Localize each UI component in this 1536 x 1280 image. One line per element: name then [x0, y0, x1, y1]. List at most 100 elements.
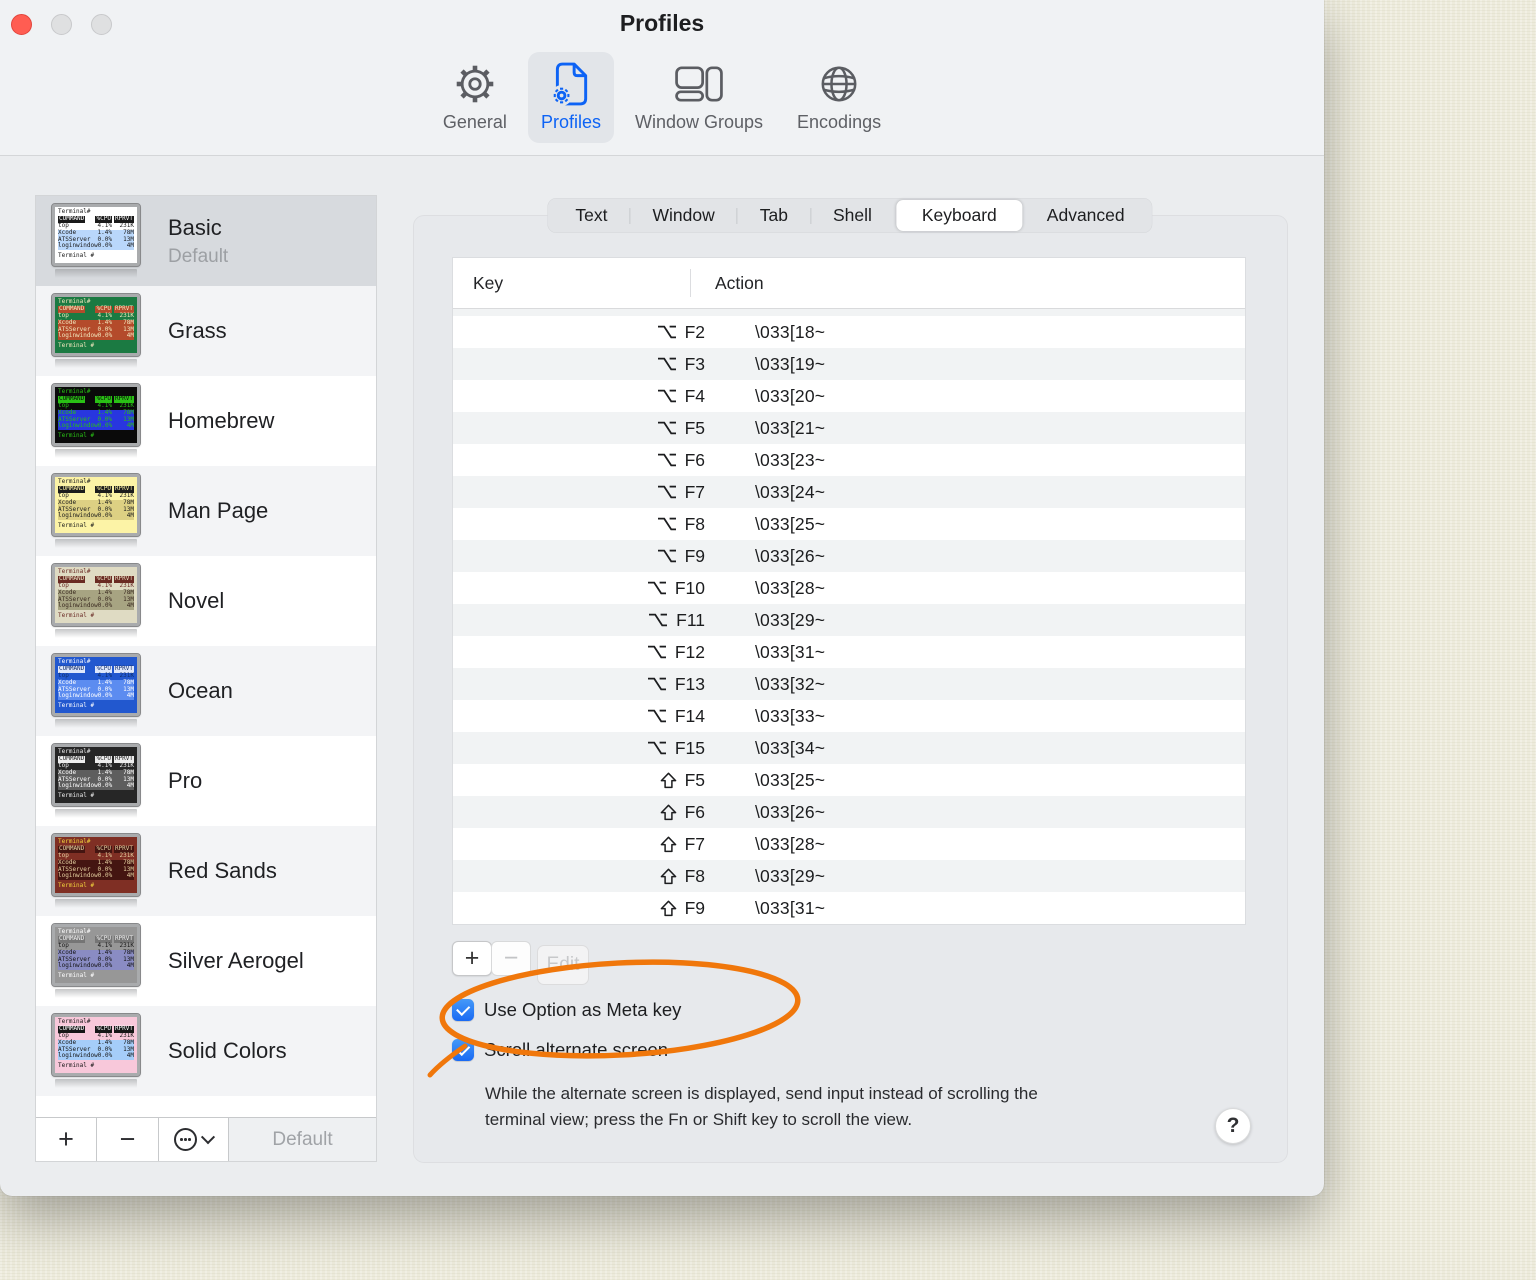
- tab-shell[interactable]: Shell: [811, 198, 894, 233]
- profile-thumbnail: Terminal# COMMAND %CPU RPRVT top 4.1% 231K Xc…: [51, 833, 141, 908]
- profile-list-item-pro[interactable]: Terminal# COMMAND %CPU RPRVT top 4.1% 231K Xc…: [36, 736, 376, 826]
- key-mapping-row[interactable]: F3 \033[19~: [453, 348, 1245, 380]
- key-mapping-row[interactable]: F9 \033[31~: [453, 892, 1245, 924]
- key-label: F14: [674, 705, 705, 726]
- edit-key-mapping-button[interactable]: Edit: [537, 945, 589, 985]
- thumb-prompt-line: Terminal #: [58, 792, 95, 800]
- key-mapping-row[interactable]: F8 \033[25~: [453, 508, 1245, 540]
- action-value: \033[18~: [755, 321, 826, 342]
- thumb-prompt-line: Terminal #: [58, 702, 95, 710]
- tab-advanced[interactable]: Advanced: [1025, 198, 1147, 233]
- scroll-alternate-screen-help-text: While the alternate screen is displayed,…: [485, 1084, 1038, 1129]
- key-mapping-row[interactable]: F7 \033[28~: [453, 828, 1245, 860]
- option-key-icon: [647, 580, 667, 596]
- profile-document-icon: [551, 61, 590, 107]
- key-mapping-row[interactable]: F7 \033[24~: [453, 476, 1245, 508]
- profile-subtitle: Default: [168, 245, 229, 267]
- thumb-prompt-line: Terminal #: [58, 342, 95, 350]
- scroll-alternate-screen-option[interactable]: Scroll alternate screen: [452, 1039, 668, 1061]
- profiles-preferences-window: Profiles General Profiles Window Groups …: [0, 0, 1324, 1196]
- checkbox-label: Scroll alternate screen: [484, 1039, 669, 1060]
- use-option-as-meta-key-checkbox[interactable]: [452, 999, 474, 1021]
- help-button[interactable]: ?: [1215, 1108, 1251, 1144]
- key-mapping-row[interactable]: F9 \033[26~: [453, 540, 1245, 572]
- remove-key-mapping-button[interactable]: −: [491, 941, 531, 976]
- thumbnail-reflection: [55, 719, 137, 728]
- key-mapping-row[interactable]: F5 \033[21~: [453, 412, 1245, 444]
- action-value: \033[31~: [755, 897, 826, 918]
- profile-list-item-basic[interactable]: Terminal# COMMAND %CPU RPRVT top 4.1% 231K Xc…: [36, 196, 376, 286]
- column-header-key[interactable]: Key: [453, 273, 690, 294]
- scroll-alternate-screen-checkbox[interactable]: [452, 1039, 474, 1061]
- toolbar-item-window-groups[interactable]: Window Groups: [622, 52, 776, 143]
- key-label: F13: [674, 673, 705, 694]
- set-default-button[interactable]: Default: [229, 1118, 376, 1161]
- thumb-prompt-line: Terminal #: [58, 972, 95, 980]
- globe-icon: [816, 61, 862, 107]
- action-value: \033[24~: [755, 481, 826, 502]
- profile-list-item-grass[interactable]: Terminal# COMMAND %CPU RPRVT top 4.1% 231K Xc…: [36, 286, 376, 376]
- key-mapping-row[interactable]: F10 \033[28~: [453, 572, 1245, 604]
- desktop: Profiles General Profiles Window Groups …: [0, 0, 1536, 1280]
- profile-list-item-solid-colors[interactable]: Terminal# COMMAND %CPU RPRVT top 4.1% 231K Xc…: [36, 1006, 376, 1096]
- option-key-icon: [647, 740, 667, 756]
- profile-thumbnail: Terminal# COMMAND %CPU RPRVT top 4.1% 231K Xc…: [51, 923, 141, 998]
- profile-name: Grass: [168, 318, 227, 343]
- tab-tab[interactable]: Tab: [738, 198, 810, 233]
- profile-list-item-novel[interactable]: Terminal# COMMAND %CPU RPRVT top 4.1% 231K Xc…: [36, 556, 376, 646]
- profile-list-item-red-sands[interactable]: Terminal# COMMAND %CPU RPRVT top 4.1% 231K Xc…: [36, 826, 376, 916]
- add-key-mapping-button[interactable]: +: [452, 941, 492, 976]
- option-key-icon: [647, 676, 667, 692]
- tab-keyboard[interactable]: Keyboard: [895, 200, 1023, 231]
- profile-list-item-silver-aerogel[interactable]: Terminal# COMMAND %CPU RPRVT top 4.1% 231K Xc…: [36, 916, 376, 1006]
- key-mapping-row[interactable]: F12 \033[31~: [453, 636, 1245, 668]
- add-profile-button[interactable]: +: [36, 1118, 97, 1161]
- key-mapping-row[interactable]: F6 \033[26~: [453, 796, 1245, 828]
- toolbar-label: Encodings: [797, 112, 882, 132]
- option-key-icon: [647, 708, 667, 724]
- toolbar-item-general[interactable]: General: [430, 52, 520, 143]
- option-key-icon: [657, 420, 677, 436]
- shift-key-icon: [660, 868, 677, 885]
- key-label: F12: [674, 641, 705, 662]
- use-option-as-meta-key-option[interactable]: Use Option as Meta key: [452, 999, 681, 1021]
- key-mapping-row[interactable]: F8 \033[29~: [453, 860, 1245, 892]
- key-mapping-row[interactable]: F5 \033[25~: [453, 764, 1245, 796]
- key-mapping-row[interactable]: F11 \033[29~: [453, 604, 1245, 636]
- column-header-action[interactable]: Action: [691, 273, 764, 294]
- table-body: F2 \033[18~ F3 \033[19~ F4 \033[20~ F5 \…: [453, 316, 1245, 924]
- toolbar-item-profiles[interactable]: Profiles: [527, 52, 614, 143]
- profile-list-item-ocean[interactable]: Terminal# COMMAND %CPU RPRVT top 4.1% 231K Xc…: [36, 646, 376, 736]
- key-mapping-row[interactable]: F4 \033[20~: [453, 380, 1245, 412]
- action-value: \033[32~: [755, 673, 826, 694]
- remove-profile-button[interactable]: −: [97, 1118, 159, 1161]
- key-mapping-row[interactable]: F15 \033[34~: [453, 732, 1245, 764]
- profile-actions-menu-button[interactable]: [159, 1118, 229, 1161]
- profile-list-item-man-page[interactable]: Terminal# COMMAND %CPU RPRVT top 4.1% 231K Xc…: [36, 466, 376, 556]
- action-value: \033[19~: [755, 353, 826, 374]
- thumb-prompt-line: Terminal #: [58, 1062, 95, 1070]
- key-label: F7: [684, 833, 705, 854]
- profile-name: Pro: [168, 768, 203, 793]
- key-mapping-row[interactable]: F2 \033[18~: [453, 316, 1245, 348]
- tab-text[interactable]: Text: [553, 198, 629, 233]
- action-value: \033[23~: [755, 449, 826, 470]
- action-value: \033[29~: [755, 865, 826, 886]
- profile-thumbnail: Terminal# COMMAND %CPU RPRVT top 4.1% 231K Xc…: [51, 1013, 141, 1088]
- profile-rows: Terminal# COMMAND %CPU RPRVT top 4.1% 231K Xc…: [36, 196, 376, 1096]
- key-mapping-row[interactable]: F13 \033[32~: [453, 668, 1245, 700]
- key-mapping-row[interactable]: F6 \033[23~: [453, 444, 1245, 476]
- option-key-icon: [657, 324, 677, 340]
- gear-icon: [452, 61, 498, 107]
- key-label: F6: [684, 801, 705, 822]
- key-mapping-row[interactable]: F14 \033[33~: [453, 700, 1245, 732]
- toolbar-item-encodings[interactable]: Encodings: [784, 52, 894, 143]
- tab-window[interactable]: Window: [630, 198, 736, 233]
- key-label: F5: [684, 417, 705, 438]
- option-key-icon: [657, 388, 677, 404]
- profile-list-item-homebrew[interactable]: Terminal# COMMAND %CPU RPRVT top 4.1% 231K Xc…: [36, 376, 376, 466]
- toolbar-label: General: [442, 112, 507, 132]
- profile-thumbnail: Terminal# COMMAND %CPU RPRVT top 4.1% 231K Xc…: [51, 563, 141, 638]
- thumbnail-reflection: [55, 269, 137, 278]
- shift-key-icon: [660, 900, 677, 917]
